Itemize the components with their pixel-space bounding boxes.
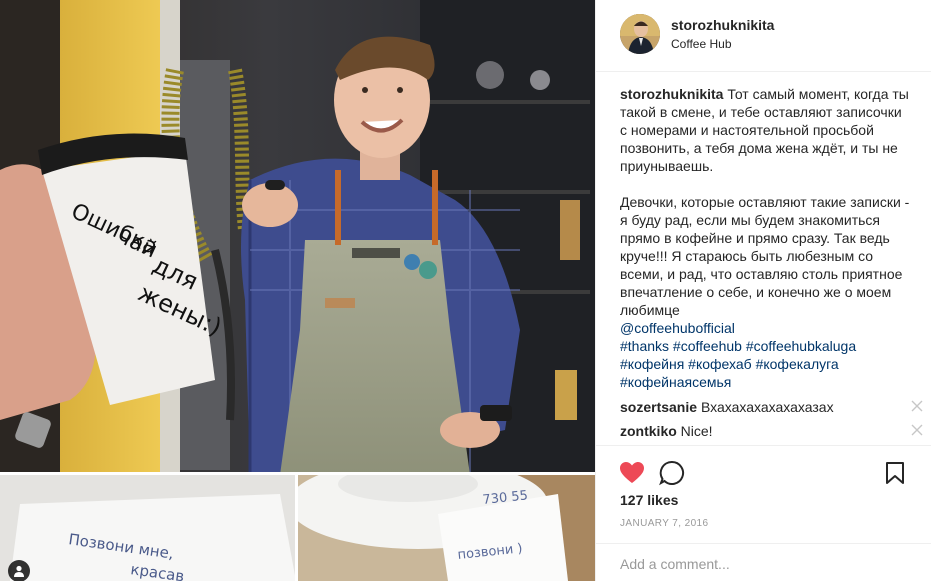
comment-button[interactable] [658,459,686,487]
comment-author[interactable]: zontkiko [620,423,677,439]
comment-text: Вхахахахахахахазах [700,399,834,415]
comment-icon [659,460,684,486]
hashtags-line-3[interactable]: #кофейнаясемья [620,374,731,390]
user-tag-icon [14,565,24,577]
user-tag-button[interactable] [8,560,30,581]
bookmark-icon [886,462,904,484]
comment-input[interactable] [620,556,900,572]
post-panel: storozhuknikita Coffee Hub storozhukniki… [595,0,931,581]
comment-text: Nice! [680,423,713,439]
hashtags-line-1[interactable]: #thanks #coffeehub #coffeehubkaluga [620,338,856,354]
post-location[interactable]: Coffee Hub [671,37,732,51]
comment-author[interactable]: sozertsanie [620,399,697,415]
mention-link[interactable]: @coffeehubofficial [620,320,735,336]
caption-text-2: Девочки, которые оставляют такие записки… [620,194,910,318]
caption-author[interactable]: storozhuknikita [620,86,723,102]
likes-count[interactable]: 127 likes [620,492,678,508]
post-date[interactable]: JANUARY 7, 2016 [620,518,708,529]
avatar[interactable] [620,14,660,54]
comment-item: sozertsanie Вхахахахахахахазах [620,398,923,416]
caption-paragraph-2: Девочки, которые оставляют такие записки… [620,193,910,391]
hashtags-line-2[interactable]: #кофейня #кофехаб #кофекалуга [620,356,839,372]
post-photo[interactable]: Ошибка чай для жены:) Позвони мне, краса… [0,0,595,581]
post-username[interactable]: storozhuknikita [671,17,774,33]
post-caption: storozhuknikita Тот самый момент, когда … [620,85,910,391]
save-button[interactable] [881,459,909,487]
post-header: storozhuknikita Coffee Hub [596,0,931,72]
caption-paragraph-1: storozhuknikita Тот самый момент, когда … [620,85,910,175]
collage-divider [295,474,298,581]
add-comment-section [596,543,931,582]
heart-icon [620,462,644,483]
saucer-note-image: 730 55 позвони ) [298,474,595,581]
napkin-note-image: Позвони мне, красав [0,474,296,581]
close-icon[interactable] [910,399,924,413]
like-button[interactable] [618,459,646,487]
close-icon[interactable] [910,423,924,437]
comment-item: zontkiko Nice! [620,422,923,440]
